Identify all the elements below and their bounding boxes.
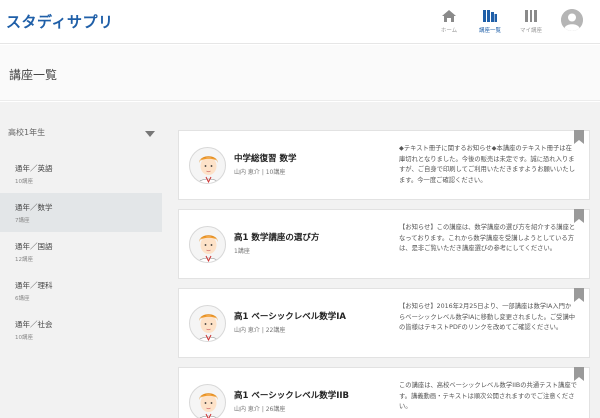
course-description: 【お知らせ】この講座は、数学講座の選び方を紹介する講座となっております。これから… <box>399 224 576 252</box>
sidebar-item-label: 通年／理科 <box>15 281 53 290</box>
user-silhouette-icon <box>561 9 583 31</box>
course-list-icon <box>483 10 497 22</box>
sidebar-item-count: 7講座 <box>15 218 30 224</box>
course-title: 高1 数学講座の選び方 <box>234 233 320 243</box>
sidebar-item-label: 通年／数学 <box>15 203 53 212</box>
nav-course-list-label: 講座一覧 <box>478 28 501 34</box>
teacher-avatar <box>189 147 226 184</box>
course-title: 高1 ベーシックレベル数学IIB <box>234 391 350 401</box>
course-card[interactable]: 高1 ベーシックレベル数学IIB 山内 恵介 | 26講座 この講座は、高校ベー… <box>178 367 590 418</box>
page-title-band: 講座一覧 <box>0 45 600 101</box>
nav-home[interactable]: ホーム <box>431 9 467 34</box>
bookmark-icon[interactable] <box>574 367 584 381</box>
teacher-avatar <box>189 384 226 418</box>
sidebar-item-label: 通年／英語 <box>15 164 53 173</box>
sidebar-item-math[interactable]: 通年／数学 7講座 <box>0 193 162 232</box>
grade-selector-value: 高校1年生 <box>8 128 46 137</box>
bookmark-icon[interactable] <box>574 130 584 144</box>
course-description: 【お知らせ】2016年2月25日より、一部講座は数学IA入門からベーシックレベル… <box>399 303 576 331</box>
course-description: ◆テキスト冊子に関するお知らせ◆本講座のテキスト冊子は在庫切れとなりました。今後… <box>399 145 575 184</box>
sidebar-item-count: 12講座 <box>15 257 33 263</box>
course-card[interactable]: 高1 数学講座の選び方 1講座 【お知らせ】この講座は、数学講座の選び方を紹介す… <box>178 209 590 279</box>
bookmark-icon[interactable] <box>574 288 584 302</box>
bookmark-icon[interactable] <box>574 209 584 223</box>
sidebar-item-label: 通年／社会 <box>15 320 53 329</box>
sidebar-item-count: 10講座 <box>15 335 33 341</box>
teacher-portrait-icon <box>197 235 220 262</box>
nav-my-course[interactable]: マイ講座 <box>513 9 549 34</box>
teacher-portrait-icon <box>197 314 220 341</box>
home-icon <box>442 10 456 22</box>
course-card[interactable]: 高1 ベーシックレベル数学IA 山内 恵介 | 22講座 【お知らせ】2016年… <box>178 288 590 358</box>
sidebar-item-english[interactable]: 通年／英語 10講座 <box>0 154 162 193</box>
sidebar-item-social[interactable]: 通年／社会 10講座 <box>0 310 162 349</box>
sidebar-item-count: 6講座 <box>15 296 30 302</box>
course-card[interactable]: 中学総復習 数学 山内 恵介 | 10講座 ◆テキスト冊子に関するお知らせ◆本講… <box>178 130 590 200</box>
teacher-portrait-icon <box>199 393 218 418</box>
teacher-avatar <box>189 226 226 263</box>
my-course-icon <box>525 10 537 22</box>
sidebar-item-science[interactable]: 通年／理科 6講座 <box>0 271 162 310</box>
nav-home-label: ホーム <box>440 28 458 34</box>
course-title: 中学総復習 数学 <box>234 154 297 164</box>
course-meta: 山内 恵介 | 22講座 <box>234 327 286 334</box>
nav-my-course-label: マイ講座 <box>519 28 542 34</box>
course-title: 高1 ベーシックレベル数学IA <box>234 312 346 322</box>
subject-list: 通年／英語 10講座 通年／数学 7講座 通年／国語 12講座 通年／理科 6講… <box>0 154 162 349</box>
sidebar: 高校1年生 通年／英語 10講座 通年／数学 7講座 通年／国語 12講座 通年… <box>0 102 170 418</box>
sidebar-item-japanese[interactable]: 通年／国語 12講座 <box>0 232 162 271</box>
teacher-avatar <box>189 305 226 342</box>
app-logo[interactable]: スタディサプリ <box>6 11 113 32</box>
course-meta: 山内 恵介 | 26講座 <box>234 406 286 413</box>
nav-course-list[interactable]: 講座一覧 <box>472 9 508 34</box>
course-meta: 山内 恵介 | 10講座 <box>234 169 286 176</box>
grade-selector[interactable]: 高校1年生 <box>0 122 162 144</box>
course-meta: 1講座 <box>234 248 250 255</box>
teacher-portrait-icon <box>197 156 220 183</box>
course-list: 中学総復習 数学 山内 恵介 | 10講座 ◆テキスト冊子に関するお知らせ◆本講… <box>170 102 600 418</box>
course-description: この講座は、高校ベーシックレベル数学IIBの共通テスト講座です。講義動画・テキス… <box>399 382 577 410</box>
app-header: スタディサプリ ホーム 講座一覧 マイ講座 <box>0 0 600 44</box>
sidebar-item-label: 通年／国語 <box>15 242 53 251</box>
chevron-down-icon <box>145 131 155 137</box>
page-title: 講座一覧 <box>9 68 58 82</box>
user-avatar-icon[interactable] <box>561 9 583 31</box>
sidebar-item-count: 10講座 <box>15 179 33 185</box>
